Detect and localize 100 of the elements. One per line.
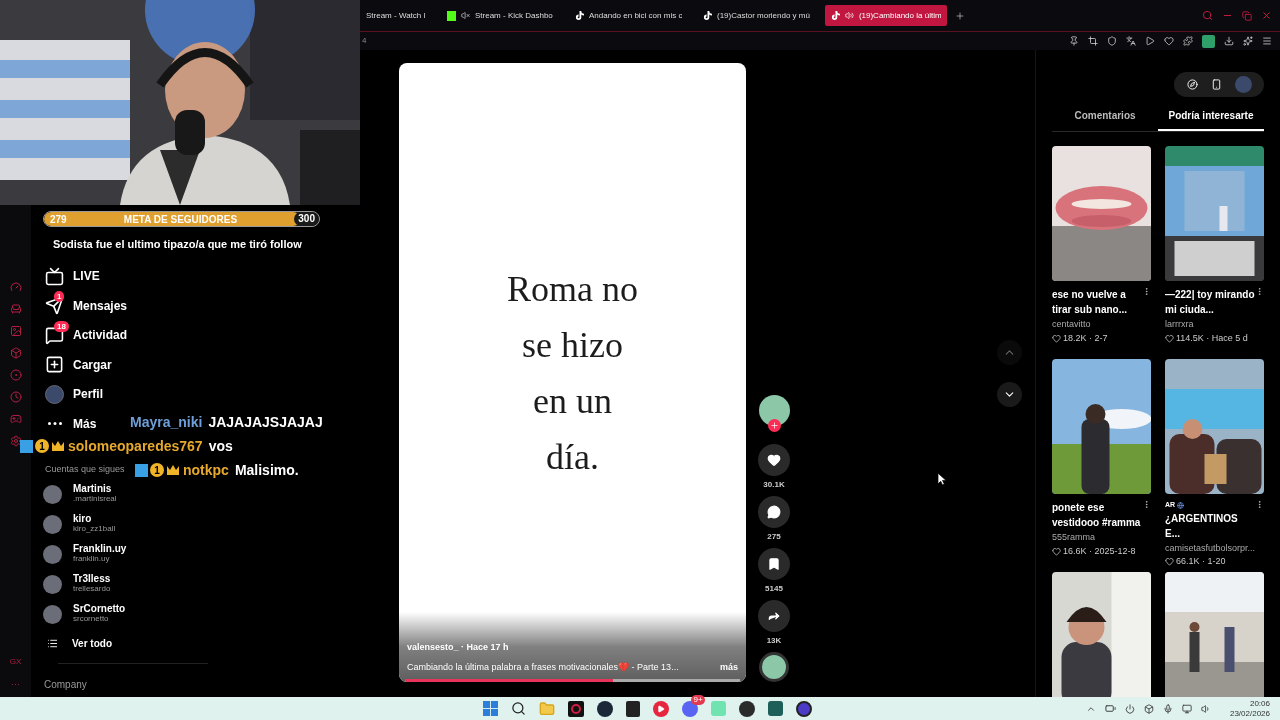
volume-icon[interactable] bbox=[1200, 703, 1211, 714]
video-author: camisetasfutbolsorpr... bbox=[1165, 541, 1257, 555]
nav-item[interactable]: 1 Mensajes bbox=[43, 291, 128, 321]
crop-icon[interactable] bbox=[1088, 36, 1098, 46]
footer-link[interactable]: Company bbox=[44, 677, 350, 692]
video-stats: 114.5K · Hace 5 d bbox=[1176, 331, 1248, 345]
restore-button[interactable] bbox=[1242, 10, 1252, 21]
panel-tab[interactable]: Podría interesarte bbox=[1158, 108, 1264, 131]
bookmark-icon bbox=[767, 557, 781, 571]
notification-badge: 1 bbox=[54, 291, 65, 303]
heart-button[interactable] bbox=[758, 444, 790, 476]
video-author: 555ramma bbox=[1052, 531, 1097, 544]
more-icon[interactable] bbox=[1255, 287, 1264, 296]
action-count: 30.1K bbox=[763, 479, 785, 491]
play-icon[interactable] bbox=[1145, 36, 1155, 46]
more-icon[interactable] bbox=[1255, 500, 1264, 509]
sound-avatar-icon[interactable] bbox=[759, 652, 789, 682]
video-author: centavitto bbox=[1052, 318, 1092, 331]
video-title[interactable]: ese no vuelve a tirar sub nano... bbox=[1052, 287, 1142, 317]
account-item[interactable]: Tr3lless trellesardo bbox=[43, 569, 111, 599]
download-icon[interactable] bbox=[1224, 36, 1234, 46]
clock-time[interactable]: 20:06 bbox=[1249, 698, 1270, 709]
account-name: Tr3lless bbox=[73, 574, 111, 584]
heart-icon[interactable] bbox=[1164, 36, 1174, 46]
ai-icon[interactable] bbox=[1243, 36, 1253, 46]
shield-icon[interactable] bbox=[1107, 36, 1117, 46]
nav-item[interactable]: Cargar bbox=[43, 350, 112, 380]
browser-app-icon[interactable] bbox=[568, 700, 585, 717]
new-tab-button[interactable] bbox=[955, 10, 965, 21]
more-icon[interactable] bbox=[1142, 500, 1151, 509]
nav-item[interactable]: 18 Actividad bbox=[43, 320, 127, 350]
power-icon[interactable] bbox=[1124, 703, 1135, 714]
browser-tab[interactable]: (19)Castor moriendo y mú bbox=[697, 5, 819, 26]
translate-icon[interactable] bbox=[1126, 36, 1136, 46]
bookmark-button[interactable] bbox=[758, 548, 790, 580]
panel-tab[interactable]: Comentarios bbox=[1052, 108, 1158, 131]
strip-icon[interactable] bbox=[9, 303, 22, 315]
app-icon[interactable] bbox=[768, 701, 784, 716]
section-heading: Cuentas que sigues bbox=[45, 462, 125, 476]
nav-item[interactable]: Perfil bbox=[43, 379, 103, 409]
video-title[interactable]: ¿ARGENTINOS E... bbox=[1165, 510, 1255, 541]
video-title[interactable]: —222| toy mirando mi ciuda... bbox=[1165, 287, 1255, 317]
strip-icon[interactable] bbox=[9, 435, 22, 447]
cursor-icon bbox=[938, 473, 947, 486]
notification-badge: 9+ bbox=[691, 694, 705, 705]
chat-text: vos bbox=[208, 436, 233, 456]
browser-tab[interactable]: (19)Cambiando la últim bbox=[825, 5, 947, 26]
muted-icon[interactable] bbox=[461, 11, 470, 20]
pin-icon[interactable] bbox=[1069, 36, 1079, 46]
see-all-link[interactable]: Ver todo bbox=[43, 629, 350, 657]
next-button[interactable] bbox=[997, 382, 1022, 407]
video-author: larrrxra bbox=[1165, 318, 1195, 331]
compass-icon[interactable] bbox=[1186, 79, 1198, 90]
account-item[interactable]: SrCornetto srcornetto bbox=[43, 599, 126, 629]
account-name: Franklin.uy bbox=[73, 544, 127, 554]
browser-tab[interactable]: Stream - Watch l bbox=[360, 5, 435, 26]
strip-icon[interactable] bbox=[9, 347, 22, 359]
account-name: SrCornetto bbox=[73, 604, 126, 614]
strip-icon[interactable] bbox=[9, 325, 22, 337]
profile-icon[interactable] bbox=[1202, 34, 1215, 48]
tray-app-icon[interactable] bbox=[1143, 703, 1154, 714]
speaker-icon[interactable] bbox=[844, 11, 854, 20]
goal-current: 279 bbox=[50, 212, 67, 226]
close-button[interactable] bbox=[1261, 10, 1272, 21]
video-player[interactable]: Roma no se hizo en un día. valensesto_ · Hace 17 h Cambiando la última palabra a frases motivacionales💔 - Parte 13... más bbox=[399, 63, 746, 682]
globe-icon bbox=[1177, 501, 1185, 509]
more-link[interactable]: más bbox=[720, 660, 738, 674]
app-icon[interactable] bbox=[796, 700, 813, 717]
phone-icon[interactable] bbox=[1210, 79, 1222, 90]
network-icon[interactable] bbox=[1181, 703, 1192, 714]
share-button[interactable] bbox=[758, 600, 790, 632]
nav-item[interactable]: Más bbox=[43, 409, 97, 439]
strip-icon[interactable] bbox=[9, 413, 22, 425]
heart-icon bbox=[1165, 333, 1174, 343]
nav-item[interactable]: LIVE bbox=[43, 261, 100, 291]
account-item[interactable]: kiro kiro_zz1ball bbox=[43, 509, 116, 539]
menu-icon[interactable] bbox=[1262, 36, 1272, 46]
account-item[interactable]: Franklin.uy franklin.uy bbox=[43, 539, 127, 569]
video-title[interactable]: ponete ese vestidooo #ramma bbox=[1052, 500, 1142, 530]
upload-icon bbox=[45, 355, 64, 375]
note-icon bbox=[703, 11, 712, 20]
windows-icon[interactable] bbox=[483, 701, 499, 716]
note-icon bbox=[575, 11, 584, 20]
avatar-icon[interactable] bbox=[758, 395, 790, 426]
account-item[interactable]: Martinis .martinisreal bbox=[43, 479, 117, 509]
share-icon bbox=[767, 609, 781, 623]
clock-date[interactable]: 23/02/2026 bbox=[1229, 708, 1270, 719]
play-app-icon[interactable] bbox=[653, 700, 670, 717]
browser-tab[interactable]: Andando en bici con mis c bbox=[569, 5, 691, 26]
progress-track[interactable] bbox=[405, 679, 740, 682]
battery-icon[interactable] bbox=[1104, 703, 1116, 714]
microphone-icon[interactable] bbox=[1162, 703, 1173, 714]
more-icon[interactable] bbox=[1142, 287, 1151, 296]
puzzle-icon[interactable] bbox=[1183, 36, 1193, 46]
search-icon[interactable] bbox=[511, 701, 527, 716]
comment-icon bbox=[767, 505, 781, 519]
account-handle: kiro_zz1ball bbox=[73, 524, 116, 534]
chat-username: notkpc bbox=[183, 460, 229, 480]
browser-tab[interactable]: Stream - Kick Dashbo bbox=[441, 5, 563, 26]
comment-button[interactable] bbox=[758, 496, 790, 528]
